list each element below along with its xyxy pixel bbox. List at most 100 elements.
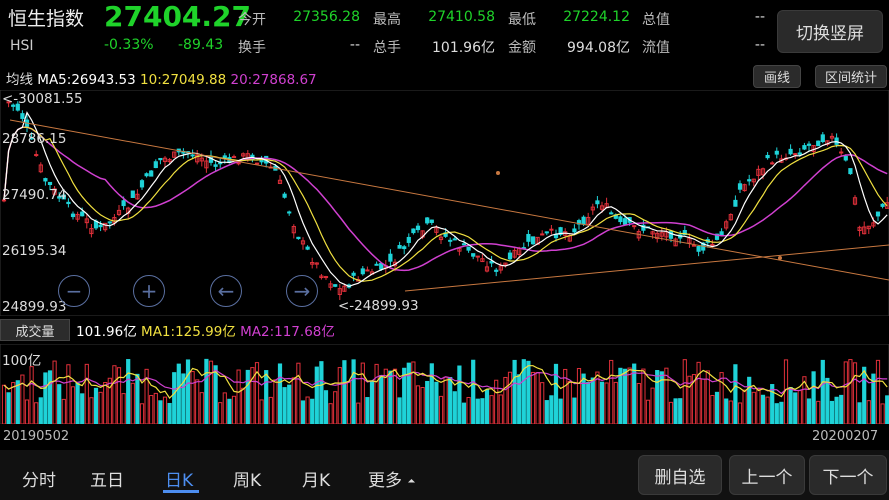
volume-bar xyxy=(310,398,315,424)
price-axis-label-3: 26195.34 xyxy=(2,243,67,259)
volume-bar xyxy=(47,370,53,424)
volume-bar xyxy=(760,394,766,424)
low-annotation: <-24899.93 xyxy=(338,298,419,314)
open-label: 今开 xyxy=(238,12,266,28)
volume-legend: 101.96亿 MA1:125.99亿 MA2:117.68亿 xyxy=(76,320,335,340)
candle-body xyxy=(139,180,145,188)
candle-body xyxy=(231,156,237,159)
volume-bar xyxy=(733,364,738,424)
volume-bar xyxy=(820,359,825,424)
volume-bar xyxy=(857,402,862,424)
volume-label: 总手 xyxy=(373,40,401,56)
volume-bar xyxy=(885,395,889,424)
switch-portrait-button[interactable]: 切换竖屏 xyxy=(777,10,883,53)
volume-bar xyxy=(678,398,683,424)
candlestick-chart[interactable] xyxy=(0,90,889,316)
volume-bar xyxy=(213,365,218,424)
volume-bar xyxy=(388,370,393,424)
candle-body xyxy=(595,200,600,205)
tab-intraday[interactable]: 分时 xyxy=(22,466,56,491)
candle-body xyxy=(411,228,416,234)
candle-body xyxy=(581,216,586,225)
draw-line-button[interactable]: 画线 xyxy=(753,65,801,88)
candle-body xyxy=(452,238,457,241)
volume-bar xyxy=(425,380,430,424)
volume-tab[interactable]: 成交量 xyxy=(0,319,70,341)
amount-value: 994.08亿 xyxy=(567,40,630,56)
candle-body xyxy=(737,183,743,190)
volume-bar xyxy=(351,359,356,424)
candle-body xyxy=(526,233,531,242)
volume-bar xyxy=(429,363,434,424)
candle-body xyxy=(774,150,779,155)
tab-five-day[interactable]: 五日 xyxy=(90,466,124,491)
volume-bar xyxy=(15,380,20,424)
volume-chart[interactable] xyxy=(0,344,889,424)
volume-bar xyxy=(779,401,784,424)
float-value-label: 流值 xyxy=(642,40,670,56)
high-label: 最高 xyxy=(373,12,401,28)
candle-body xyxy=(351,272,356,276)
scroll-left-button[interactable]: ← xyxy=(210,275,242,307)
candle-body xyxy=(710,243,715,246)
high-annotation: <-30081.55 xyxy=(2,91,83,107)
volume-bar xyxy=(811,371,816,424)
candle-body xyxy=(190,154,195,157)
float-value-value: -- xyxy=(754,37,765,53)
candle-body xyxy=(415,225,421,231)
volume-bar xyxy=(282,387,287,424)
zoom-in-button[interactable]: + xyxy=(133,275,165,307)
previous-button[interactable]: 上一个 xyxy=(729,455,805,495)
volume-bar xyxy=(245,369,250,424)
candle-body xyxy=(287,211,292,214)
price-axis-label-4: 24899.93 xyxy=(2,299,67,315)
candle-body xyxy=(530,236,536,245)
volume-bar xyxy=(93,387,99,424)
volume-bar xyxy=(406,362,411,424)
candle-body xyxy=(158,157,163,161)
delete-watchlist-button[interactable]: 删自选 xyxy=(638,455,722,495)
stock-name: 恒生指数 xyxy=(8,8,85,30)
volume-bar xyxy=(314,366,319,424)
range-stats-button[interactable]: 区间统计 xyxy=(815,65,887,88)
scroll-right-button[interactable]: → xyxy=(286,275,318,307)
current-price: 27404.27 xyxy=(104,0,252,33)
candle-body xyxy=(540,233,545,236)
open-value: 27356.28 xyxy=(293,9,360,25)
candle-body xyxy=(379,263,384,270)
volume-bar xyxy=(793,392,798,424)
candle-body xyxy=(843,155,848,161)
volume-bar xyxy=(80,393,85,424)
volume-bar xyxy=(517,374,522,424)
volume-bar xyxy=(829,400,835,424)
candle-body xyxy=(107,221,112,224)
candle-body xyxy=(461,243,467,246)
candle-body xyxy=(471,253,476,257)
volume-bar xyxy=(834,396,839,424)
candle-body xyxy=(572,228,577,233)
stock-code: HSI xyxy=(10,38,34,54)
candle-body xyxy=(388,253,393,262)
tab-daily-k[interactable]: 日K xyxy=(165,466,193,491)
candle-body xyxy=(770,162,775,165)
volume-bar xyxy=(747,376,752,424)
zoom-out-button[interactable]: − xyxy=(58,275,90,307)
volume-ma1: MA1:125.99亿 xyxy=(141,324,236,340)
candle-body xyxy=(425,217,430,224)
volume-bar xyxy=(544,400,549,424)
candle-body xyxy=(144,173,149,177)
tab-weekly-k[interactable]: 周K xyxy=(233,466,261,491)
volume-bar xyxy=(6,392,11,424)
volume-bar xyxy=(774,403,779,424)
candle-body xyxy=(788,148,793,155)
change-amount: -89.43 xyxy=(178,37,224,53)
volume-bar xyxy=(714,391,720,424)
volume-bar xyxy=(457,365,462,424)
tab-more[interactable]: 更多 xyxy=(368,466,402,491)
tab-monthly-k[interactable]: 月K xyxy=(302,466,330,491)
volume-axis-label: 100亿 xyxy=(2,353,42,369)
volume-bar xyxy=(839,394,844,424)
next-button[interactable]: 下一个 xyxy=(809,455,887,495)
volume-bar xyxy=(553,363,559,424)
candle-body xyxy=(622,218,628,225)
